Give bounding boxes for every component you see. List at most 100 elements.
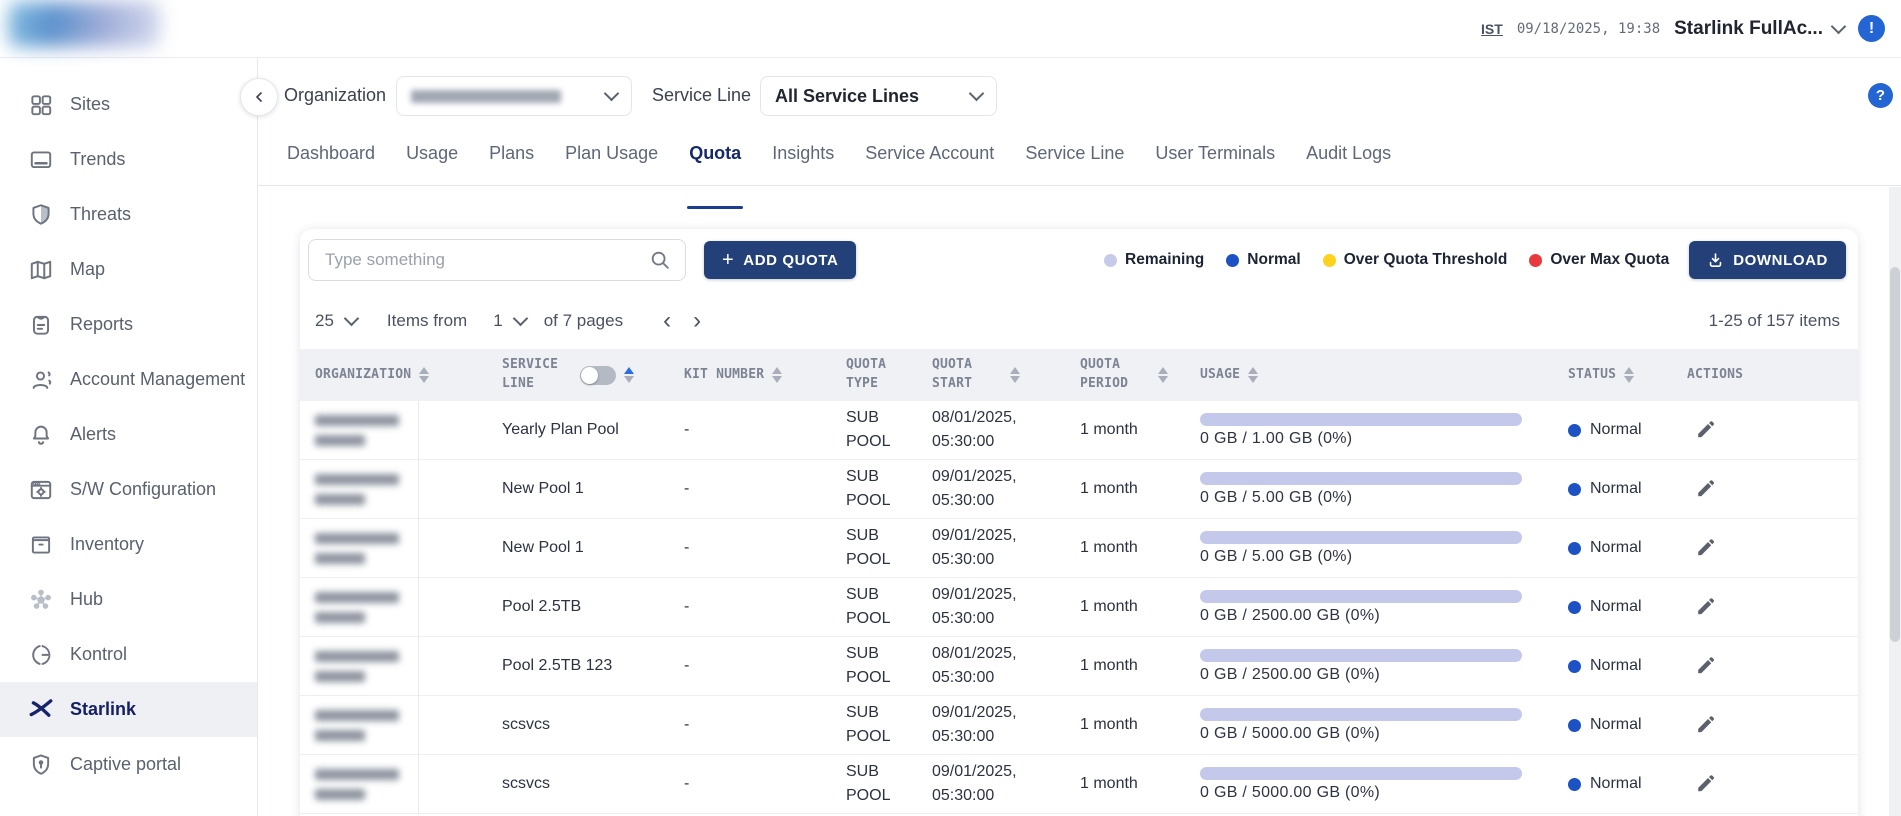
page-select[interactable]: 1 <box>493 311 525 331</box>
page-size-select[interactable]: 25 <box>315 311 357 331</box>
quota-period-cell: 1 month <box>1080 716 1200 734</box>
tab-dashboard[interactable]: Dashboard <box>285 140 377 185</box>
organization-cell-redacted <box>315 651 502 682</box>
status-dot-icon <box>1568 601 1581 614</box>
usage-cell: 0 GB / 1.00 GB (0%) <box>1200 413 1568 448</box>
edit-quota-button[interactable] <box>1693 475 1719 504</box>
sidebar-item-s-w-configuration[interactable]: S/W Configuration <box>0 462 257 517</box>
status-dot-icon <box>1568 424 1581 437</box>
column-header-organization[interactable]: ORGANIZATION <box>315 366 502 385</box>
trends-icon <box>28 147 54 173</box>
pages-count-label: of 7 pages <box>544 311 623 331</box>
column-header-kit-number[interactable]: KIT NUMBER <box>684 366 846 385</box>
usage-cell: 0 GB / 5.00 GB (0%) <box>1200 531 1568 566</box>
service-line-toggle[interactable] <box>580 366 616 385</box>
tab-audit-logs[interactable]: Audit Logs <box>1304 140 1393 185</box>
quota-period-cell: 1 month <box>1080 775 1200 793</box>
items-range-label: 1-25 of 157 items <box>1709 311 1840 331</box>
sort-icon[interactable] <box>419 367 429 383</box>
organization-label: Organization <box>284 85 386 106</box>
sidebar-item-trends[interactable]: Trends <box>0 132 257 187</box>
next-page-button[interactable]: › <box>689 309 705 333</box>
edit-quota-button[interactable] <box>1693 652 1719 681</box>
app-logo[interactable] <box>8 2 160 47</box>
tab-user-terminals[interactable]: User Terminals <box>1153 140 1277 185</box>
tab-service-account[interactable]: Service Account <box>863 140 996 185</box>
status-dot-icon <box>1568 542 1581 555</box>
edit-quota-button[interactable] <box>1693 534 1719 563</box>
sidebar-item-map[interactable]: Map <box>0 242 257 297</box>
quota-card: + ADD QUOTA RemainingNormalOver Quota Th… <box>300 229 1858 816</box>
column-header-quota-type[interactable]: QUOTA TYPE <box>846 356 932 394</box>
tab-usage[interactable]: Usage <box>404 140 460 185</box>
download-button[interactable]: DOWNLOAD <box>1689 241 1846 279</box>
column-header-quota-period[interactable]: QUOTA PERIOD <box>1080 356 1200 394</box>
quota-start-cell: 09/01/2025,05:30:00 <box>932 524 1080 572</box>
sort-icon[interactable] <box>1158 367 1168 383</box>
inventory-box-icon <box>28 532 54 558</box>
sidebar-item-starlink[interactable]: Starlink <box>0 682 257 737</box>
back-button[interactable] <box>240 78 278 116</box>
service-line-cell: New Pool 1 <box>502 539 684 557</box>
sidebar-item-label: Starlink <box>70 699 136 720</box>
organization-dropdown[interactable] <box>396 76 632 116</box>
edit-pencil-icon <box>1695 654 1717 676</box>
sidebar-item-hub[interactable]: Hub <box>0 572 257 627</box>
map-icon <box>28 257 54 283</box>
sidebar-item-label: Threats <box>70 204 131 225</box>
scrollbar-thumb[interactable] <box>1890 267 1900 642</box>
tab-quota[interactable]: Quota <box>687 140 743 185</box>
edit-quota-button[interactable] <box>1693 593 1719 622</box>
help-button[interactable]: ? <box>1868 83 1893 108</box>
sidebar-item-label: S/W Configuration <box>70 479 216 500</box>
status-label: Normal <box>1590 421 1642 439</box>
add-quota-button[interactable]: + ADD QUOTA <box>704 241 856 279</box>
legend-dot-icon <box>1226 254 1239 267</box>
edit-pencil-icon <box>1695 536 1717 558</box>
tab-insights[interactable]: Insights <box>770 140 836 185</box>
sidebar-item-label: Kontrol <box>70 644 127 665</box>
usage-text: 0 GB / 2500.00 GB (0%) <box>1200 666 1568 684</box>
edit-quota-button[interactable] <box>1693 416 1719 445</box>
sort-icon[interactable] <box>1010 367 1020 383</box>
sidebar-item-label: Map <box>70 259 105 280</box>
column-header-status[interactable]: STATUS <box>1568 366 1687 385</box>
usage-bar <box>1200 767 1522 780</box>
sort-icon[interactable] <box>1248 367 1258 383</box>
usage-bar <box>1200 472 1522 485</box>
tab-plans[interactable]: Plans <box>487 140 536 185</box>
organization-cell-redacted <box>315 710 502 741</box>
column-header-quota-start[interactable]: QUOTA START <box>932 356 1080 394</box>
notification-badge-icon[interactable]: ! <box>1858 15 1885 42</box>
sidebar-item-reports[interactable]: Reports <box>0 297 257 352</box>
account-dropdown[interactable]: Starlink FullAc... <box>1674 18 1844 40</box>
sidebar-item-kontrol[interactable]: Kontrol <box>0 627 257 682</box>
usage-bar <box>1200 708 1522 721</box>
sidebar-item-inventory[interactable]: Inventory <box>0 517 257 572</box>
sidebar-item-alerts[interactable]: Alerts <box>0 407 257 462</box>
legend-item-remaining: Remaining <box>1104 251 1204 269</box>
tab-service-line[interactable]: Service Line <box>1023 140 1126 185</box>
sort-icon[interactable] <box>772 367 782 383</box>
sidebar-item-threats[interactable]: Threats <box>0 187 257 242</box>
column-header-usage[interactable]: USAGE <box>1200 366 1568 385</box>
sort-icon[interactable] <box>1624 367 1634 383</box>
edit-quota-button[interactable] <box>1693 770 1719 799</box>
search-input[interactable] <box>323 249 639 271</box>
sidebar-item-account-management[interactable]: Account Management <box>0 352 257 407</box>
prev-page-button[interactable]: ‹ <box>659 309 675 333</box>
timezone-label[interactable]: IST <box>1481 21 1503 37</box>
organization-cell-redacted <box>315 592 502 623</box>
service-line-label: Service Line <box>652 85 751 106</box>
tab-plan-usage[interactable]: Plan Usage <box>563 140 660 185</box>
service-line-dropdown[interactable]: All Service Lines <box>760 76 997 116</box>
main-header: Organization Service Line All Service Li… <box>258 57 1901 140</box>
status-dot-icon <box>1568 660 1581 673</box>
sidebar-item-sites[interactable]: Sites <box>0 77 257 132</box>
quota-period-cell: 1 month <box>1080 657 1200 675</box>
edit-quota-button[interactable] <box>1693 711 1719 740</box>
kit-number-cell: - <box>684 480 846 498</box>
sidebar-item-captive-portal[interactable]: Captive portal <box>0 737 257 792</box>
sort-icon[interactable] <box>624 367 634 383</box>
column-header-service-line[interactable]: SERVICE LINE <box>502 356 684 394</box>
